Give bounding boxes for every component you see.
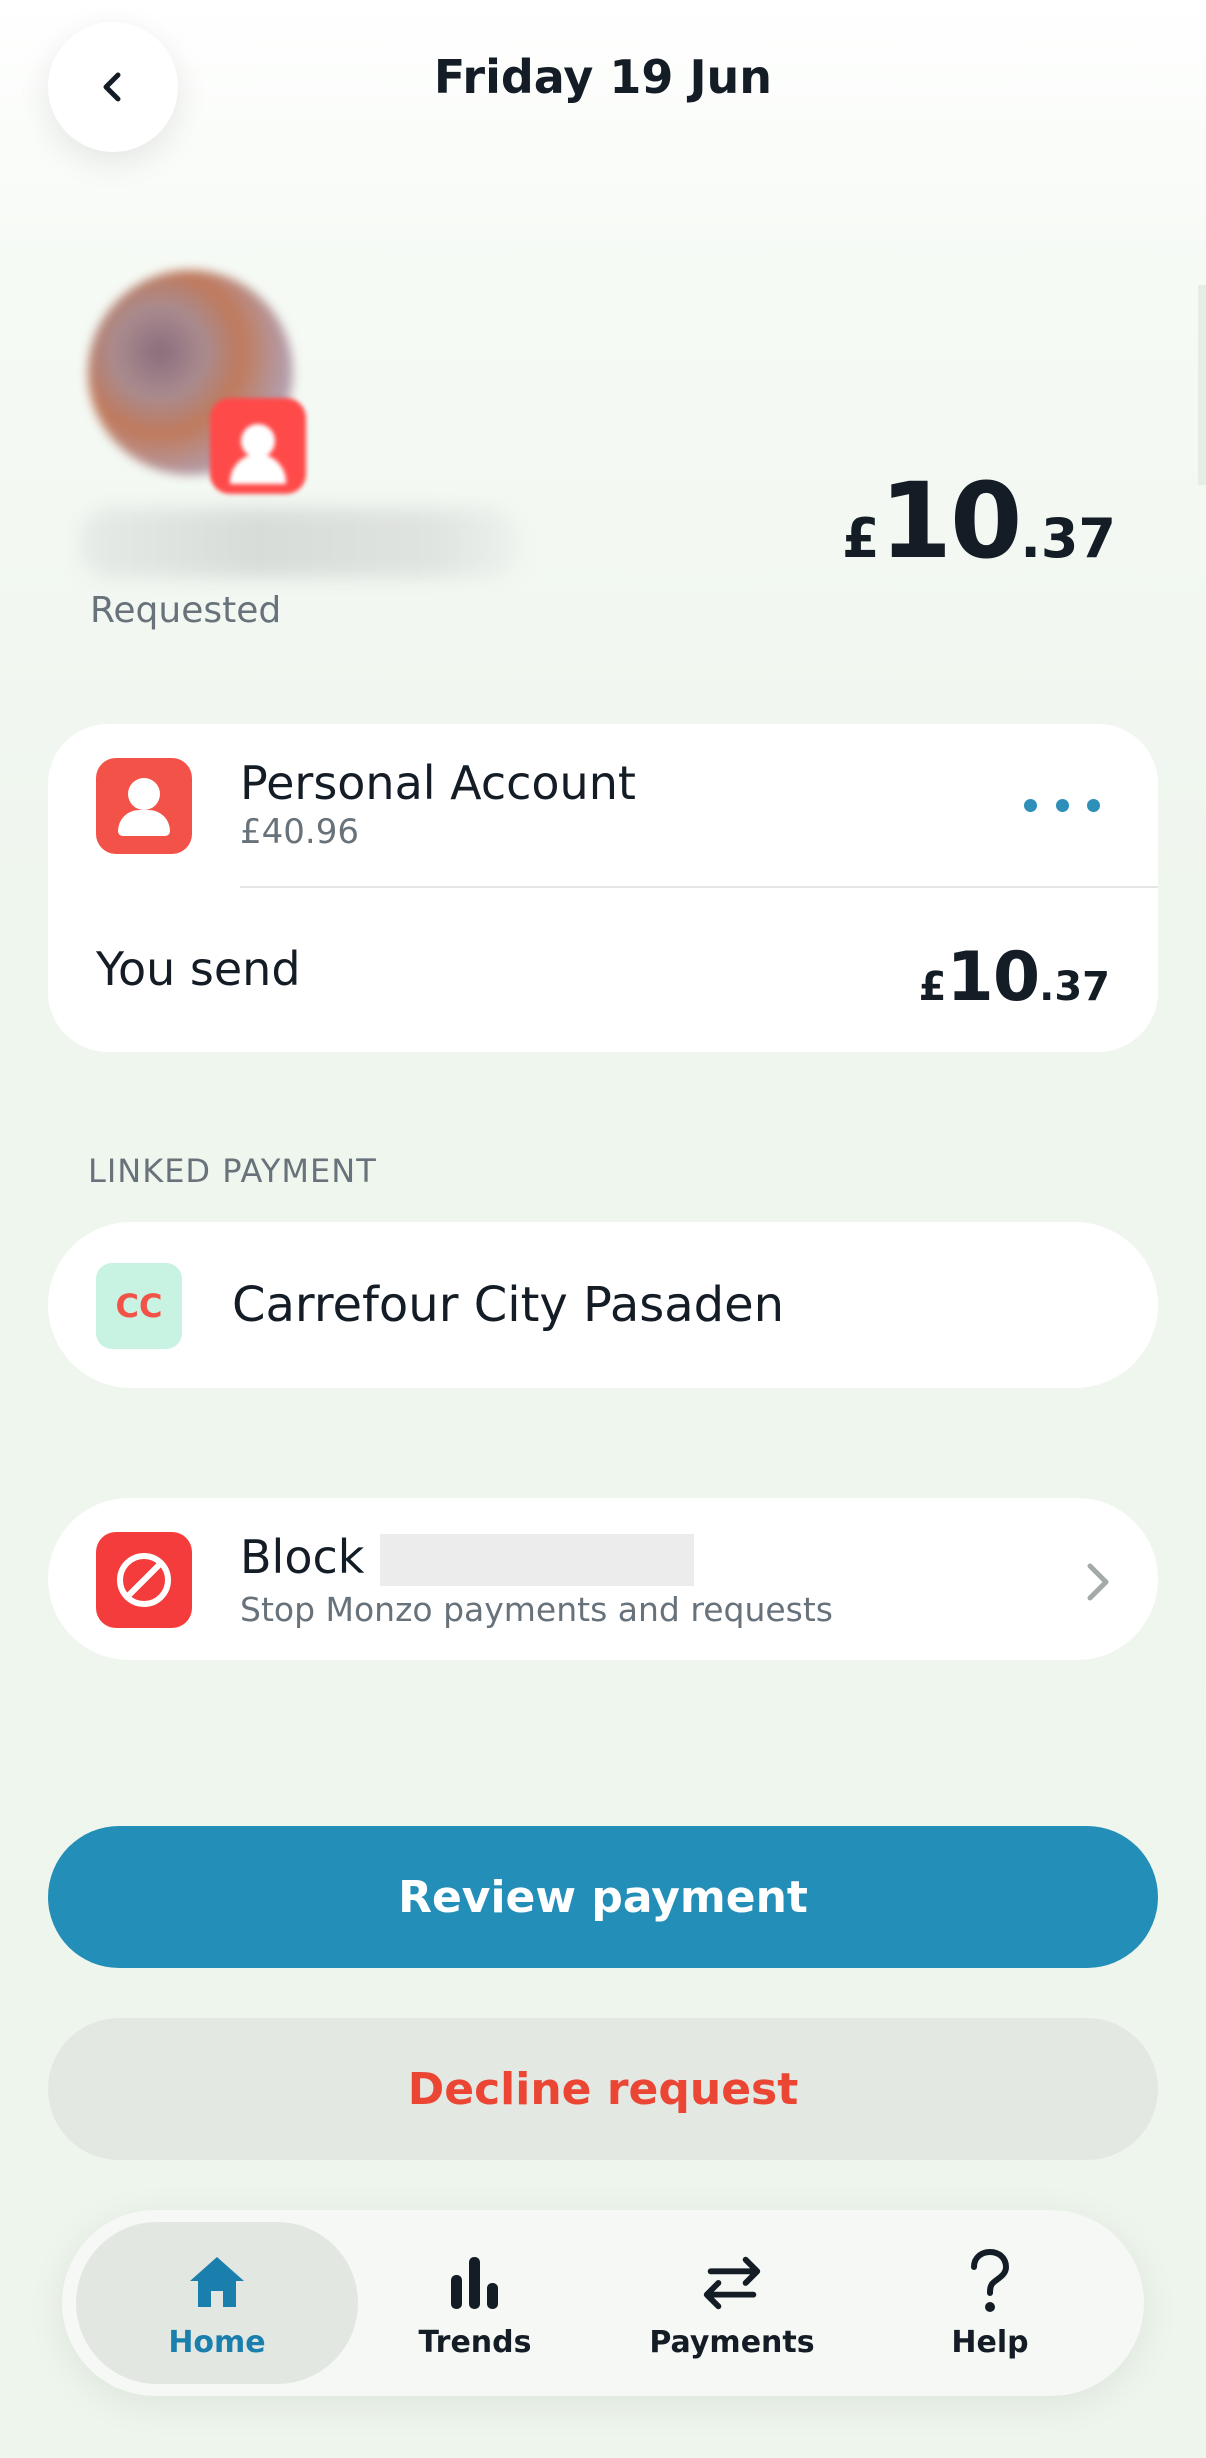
scroll-indicator — [1198, 285, 1206, 485]
block-subtitle: Stop Monzo payments and requests — [240, 1590, 833, 1629]
tab-home[interactable]: Home — [76, 2222, 358, 2384]
decline-request-button[interactable]: Decline request — [48, 2018, 1158, 2160]
review-payment-button[interactable]: Review payment — [48, 1826, 1158, 1968]
send-amount: £10.37 — [918, 938, 1110, 1017]
page-title: Friday 19 Jun — [433, 50, 773, 104]
account-name: Personal Account — [240, 756, 636, 810]
tab-home-label: Home — [168, 2324, 266, 2360]
account-balance: £40.96 — [240, 812, 359, 852]
block-icon — [96, 1532, 192, 1628]
tab-payments-label: Payments — [649, 2324, 815, 2360]
request-amount: £10.37 — [842, 460, 1116, 582]
divider — [240, 886, 1158, 888]
status-label: Requested — [90, 590, 282, 631]
merchant-name: Carrefour City Pasaden — [232, 1277, 785, 1333]
bar-chart-icon — [440, 2247, 510, 2317]
person-icon — [96, 758, 192, 854]
block-title: Block — [240, 1530, 365, 1584]
ellipsis-icon[interactable] — [1024, 780, 1100, 830]
tab-payments[interactable]: Payments — [622, 2222, 842, 2384]
home-icon — [182, 2247, 252, 2317]
user-badge-icon — [210, 398, 306, 494]
tab-help-label: Help — [951, 2324, 1029, 2360]
section-label-linked-payment: LINKED PAYMENT — [88, 1152, 377, 1190]
transfer-arrows-icon — [697, 2247, 767, 2317]
question-icon — [955, 2247, 1025, 2317]
tab-help[interactable]: Help — [900, 2222, 1080, 2384]
send-label: You send — [96, 942, 301, 996]
chevron-right-icon — [1080, 1558, 1116, 1610]
tab-trends[interactable]: Trends — [380, 2222, 570, 2384]
merchant-logo: CC — [96, 1263, 182, 1349]
requester-name-redacted — [80, 508, 520, 578]
tab-trends-label: Trends — [418, 2324, 532, 2360]
redacted-name — [380, 1534, 694, 1586]
